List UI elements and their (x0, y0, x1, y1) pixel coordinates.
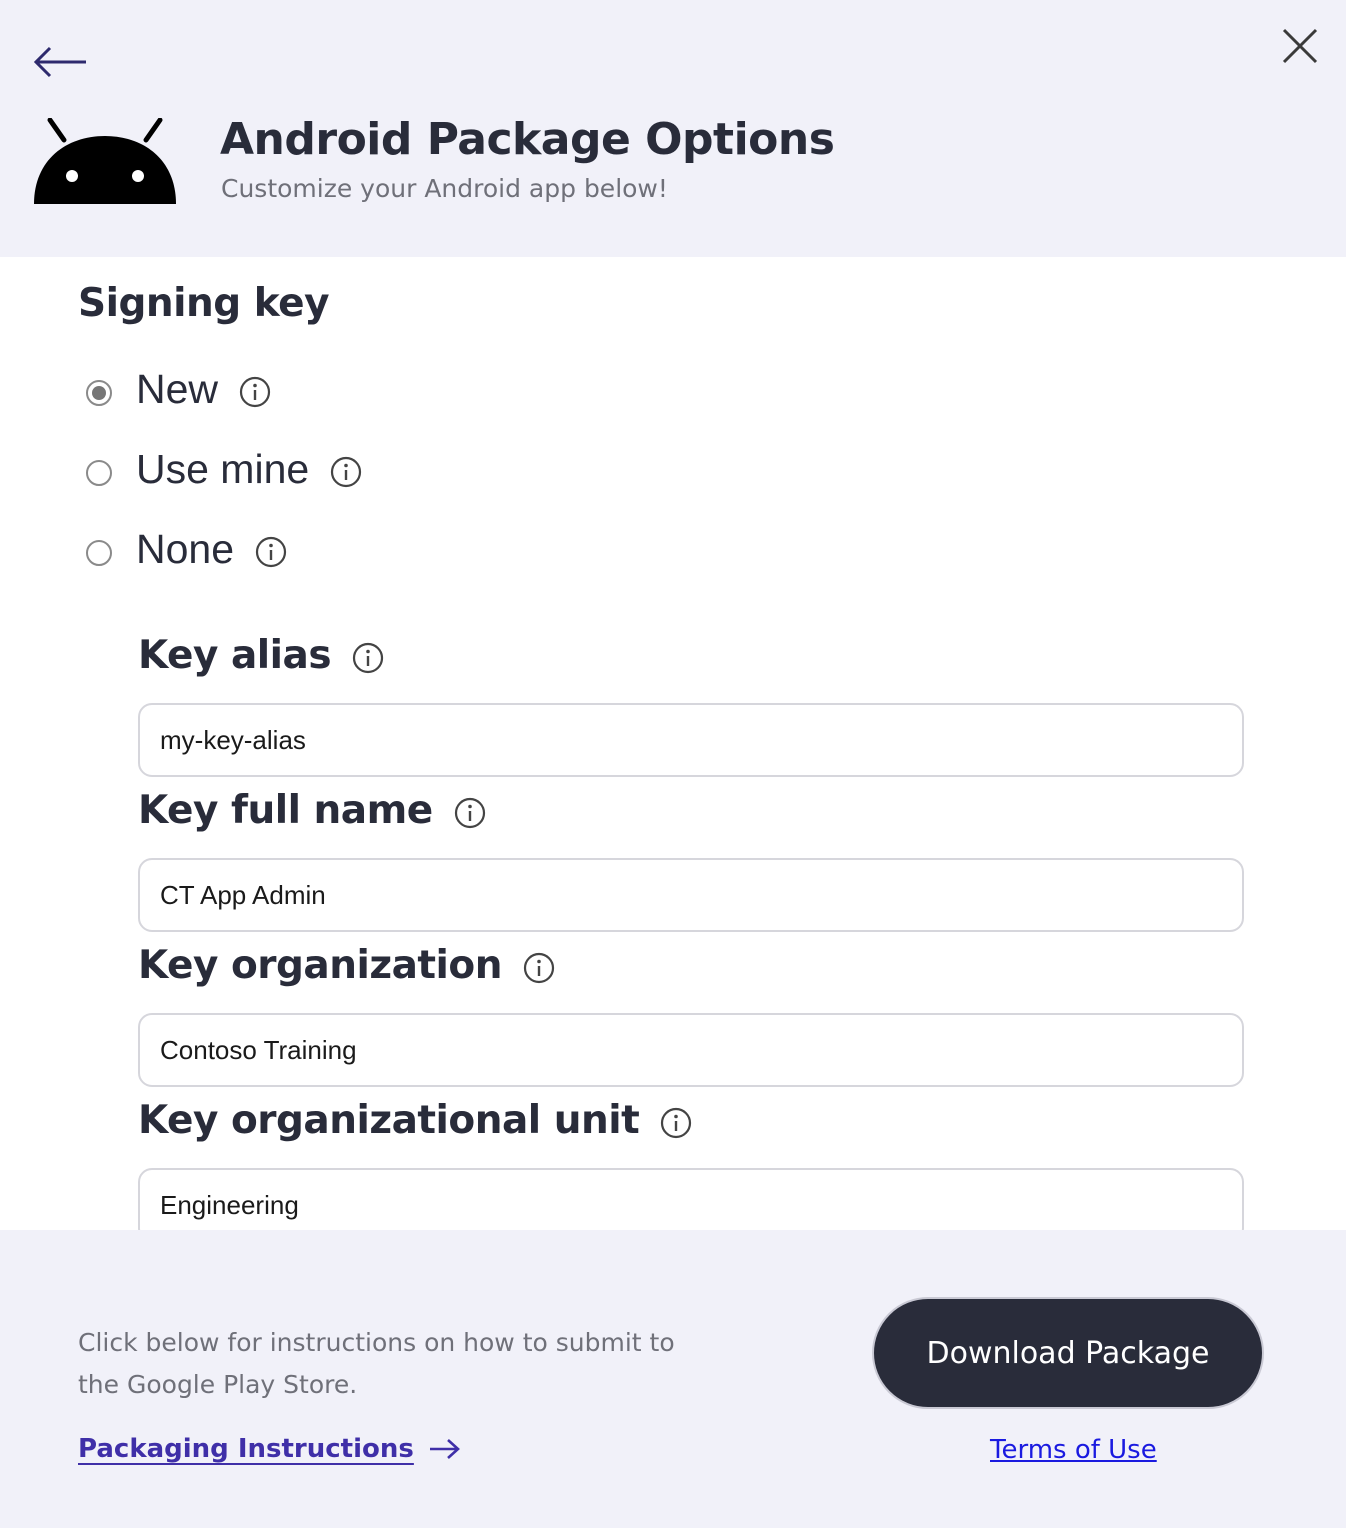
radio-new[interactable] (86, 380, 112, 406)
android-logo-icon (34, 118, 176, 204)
radio-use-mine[interactable] (86, 460, 112, 486)
radio-label-none: None (136, 525, 235, 572)
info-icon[interactable] (238, 375, 272, 409)
page-subtitle: Customize your Android app below! (221, 174, 668, 203)
page-title: Android Package Options (220, 114, 835, 165)
terms-of-use-link[interactable]: Terms of Use (990, 1435, 1157, 1465)
key-organization-input[interactable] (138, 1013, 1244, 1087)
dialog-header: Android Package Options Customize your A… (0, 0, 1346, 257)
key-alias-label: Key alias (138, 633, 385, 678)
key-org-unit-input[interactable] (138, 1168, 1244, 1230)
key-org-unit-label: Key organizational unit (138, 1098, 693, 1143)
info-icon[interactable] (254, 535, 288, 569)
signing-key-heading: Signing key (78, 281, 330, 326)
key-full-name-label-text: Key full name (138, 788, 433, 833)
info-icon[interactable] (329, 455, 363, 489)
options-content: Signing key New Use mine None Key alias (0, 257, 1346, 1230)
info-icon[interactable] (522, 951, 556, 985)
radio-label-use-mine: Use mine (136, 445, 310, 492)
key-alias-input[interactable] (138, 703, 1244, 777)
close-button[interactable] (1276, 22, 1324, 70)
dialog-footer: Click below for instructions on how to s… (0, 1230, 1346, 1528)
packaging-instructions-link[interactable]: Packaging Instructions (78, 1434, 462, 1464)
arrow-left-icon (33, 46, 86, 78)
radio-option-new[interactable]: New (86, 361, 272, 417)
info-icon[interactable] (351, 641, 385, 675)
key-org-unit-label-text: Key organizational unit (138, 1098, 640, 1143)
packaging-instructions-label: Packaging Instructions (78, 1434, 414, 1464)
key-organization-label: Key organization (138, 943, 556, 988)
info-icon[interactable] (453, 796, 487, 830)
radio-option-none[interactable]: None (86, 521, 288, 577)
back-button[interactable] (28, 38, 94, 86)
instructions-text: Click below for instructions on how to s… (78, 1328, 675, 1399)
download-package-button[interactable]: Download Package (872, 1297, 1264, 1409)
close-icon (1282, 28, 1318, 64)
key-full-name-label: Key full name (138, 788, 487, 833)
key-organization-label-text: Key organization (138, 943, 502, 988)
key-alias-label-text: Key alias (138, 633, 332, 678)
key-full-name-input[interactable] (138, 858, 1244, 932)
radio-option-use-mine[interactable]: Use mine (86, 441, 363, 497)
info-icon[interactable] (659, 1106, 693, 1140)
radio-none[interactable] (86, 540, 112, 566)
radio-label-new: New (136, 365, 219, 412)
arrow-right-icon (429, 1439, 460, 1459)
